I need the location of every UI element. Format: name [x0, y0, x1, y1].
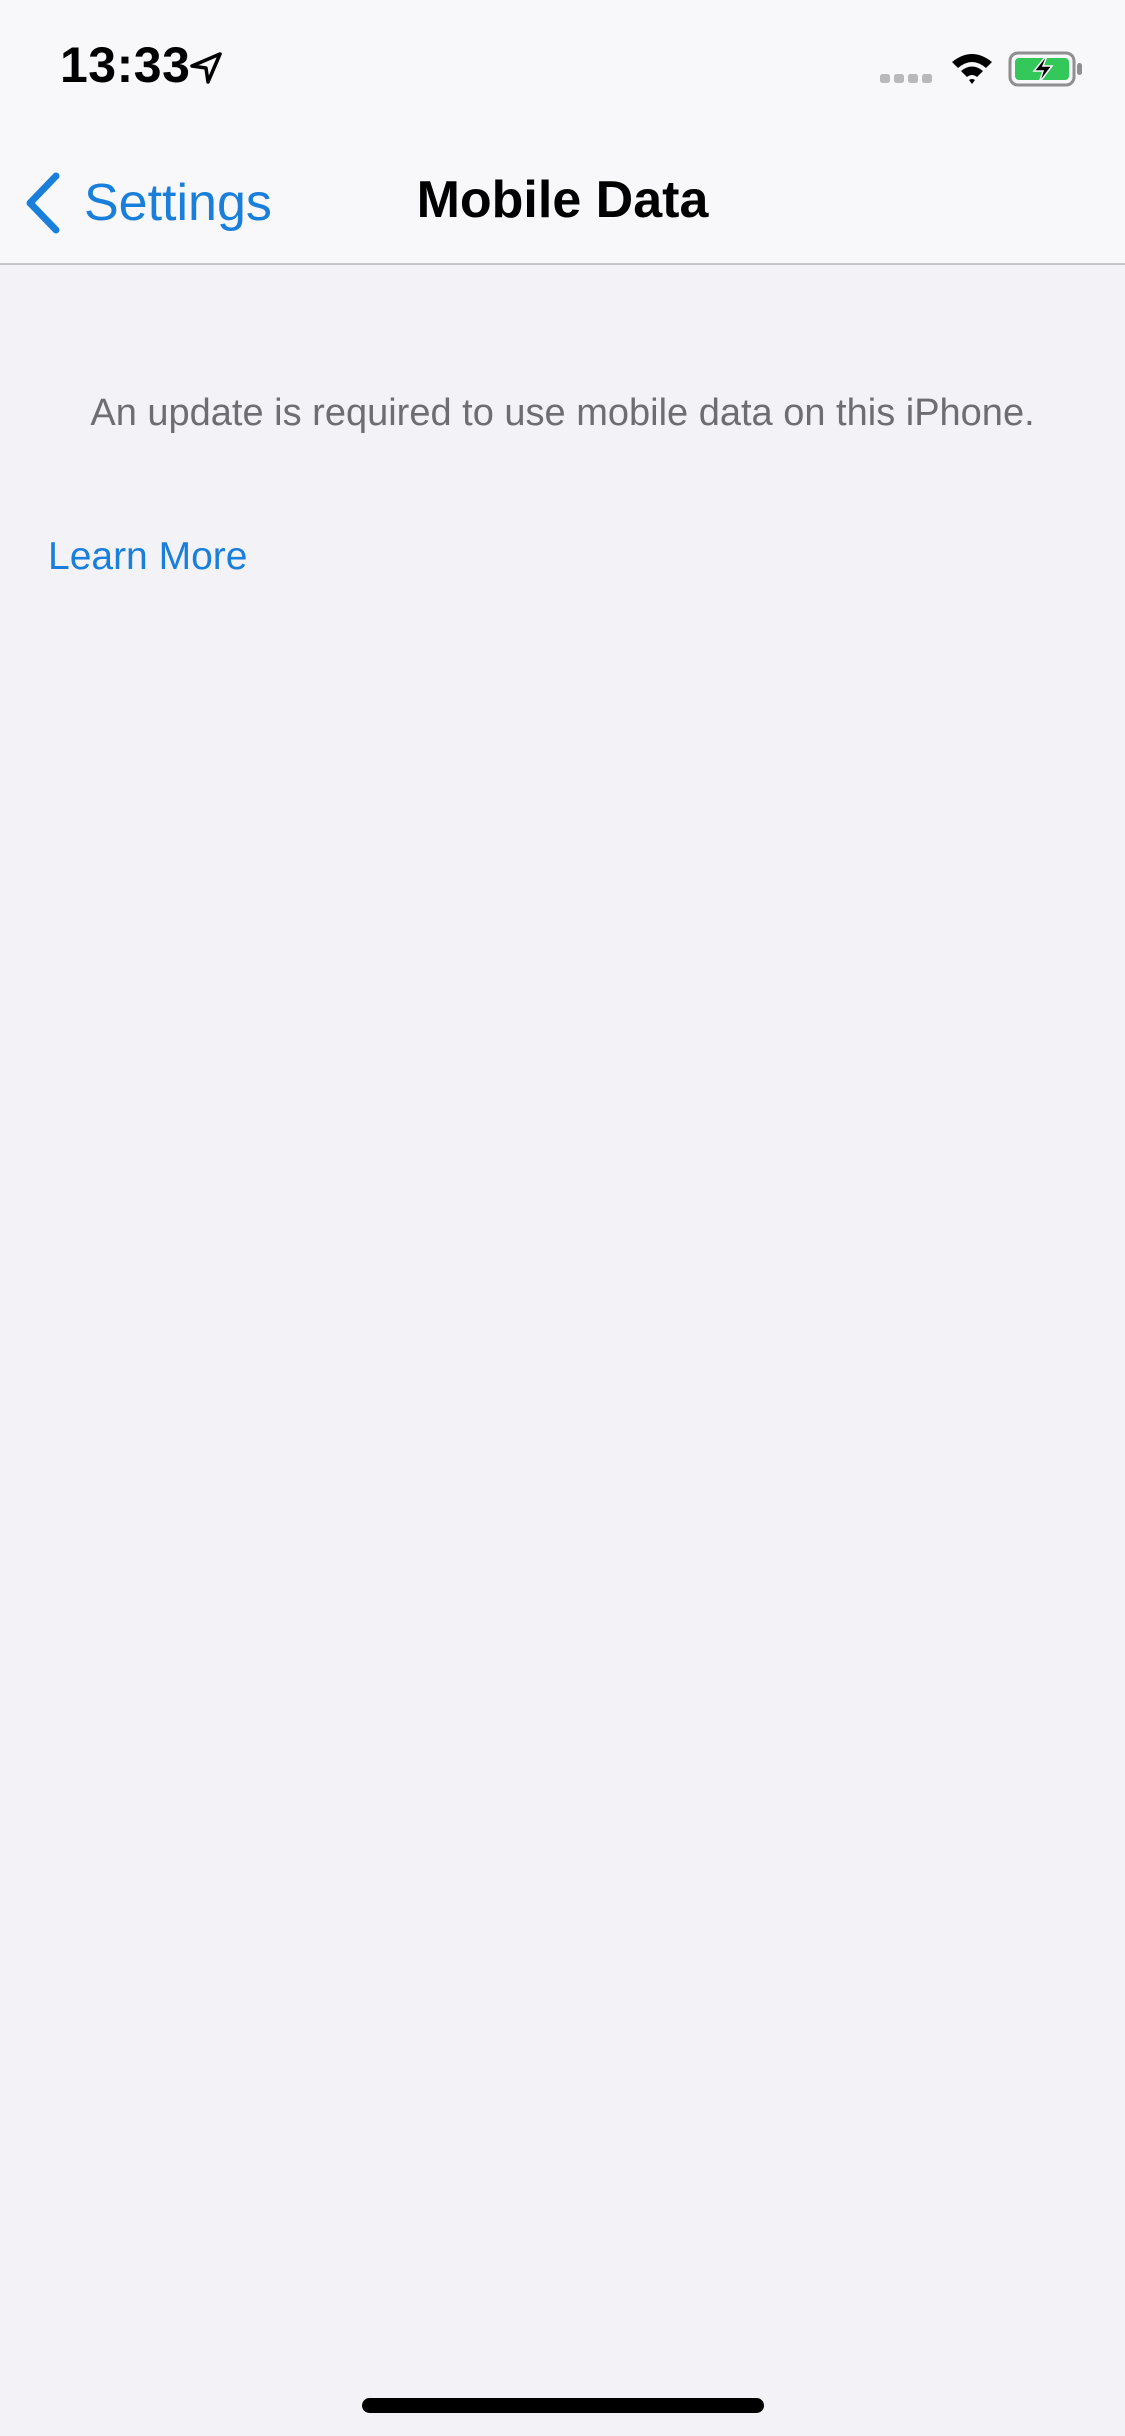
location-arrow-icon	[190, 52, 222, 84]
home-indicator[interactable]	[362, 2398, 764, 2413]
cellular-signal-icon	[880, 74, 932, 83]
page-title: Mobile Data	[416, 171, 709, 229]
battery-charging-icon	[1008, 51, 1082, 87]
navigation-bar: Settings Mobile Data	[0, 140, 1125, 265]
status-time: 13:33	[60, 37, 191, 93]
learn-more-link[interactable]: Learn More	[48, 535, 247, 579]
wifi-icon	[952, 54, 992, 84]
status-bar: 13:33	[0, 0, 1125, 140]
update-required-message: An update is required to use mobile data…	[90, 392, 1035, 434]
top-bar: 13:33 Settings Mobile Data	[0, 0, 1125, 265]
